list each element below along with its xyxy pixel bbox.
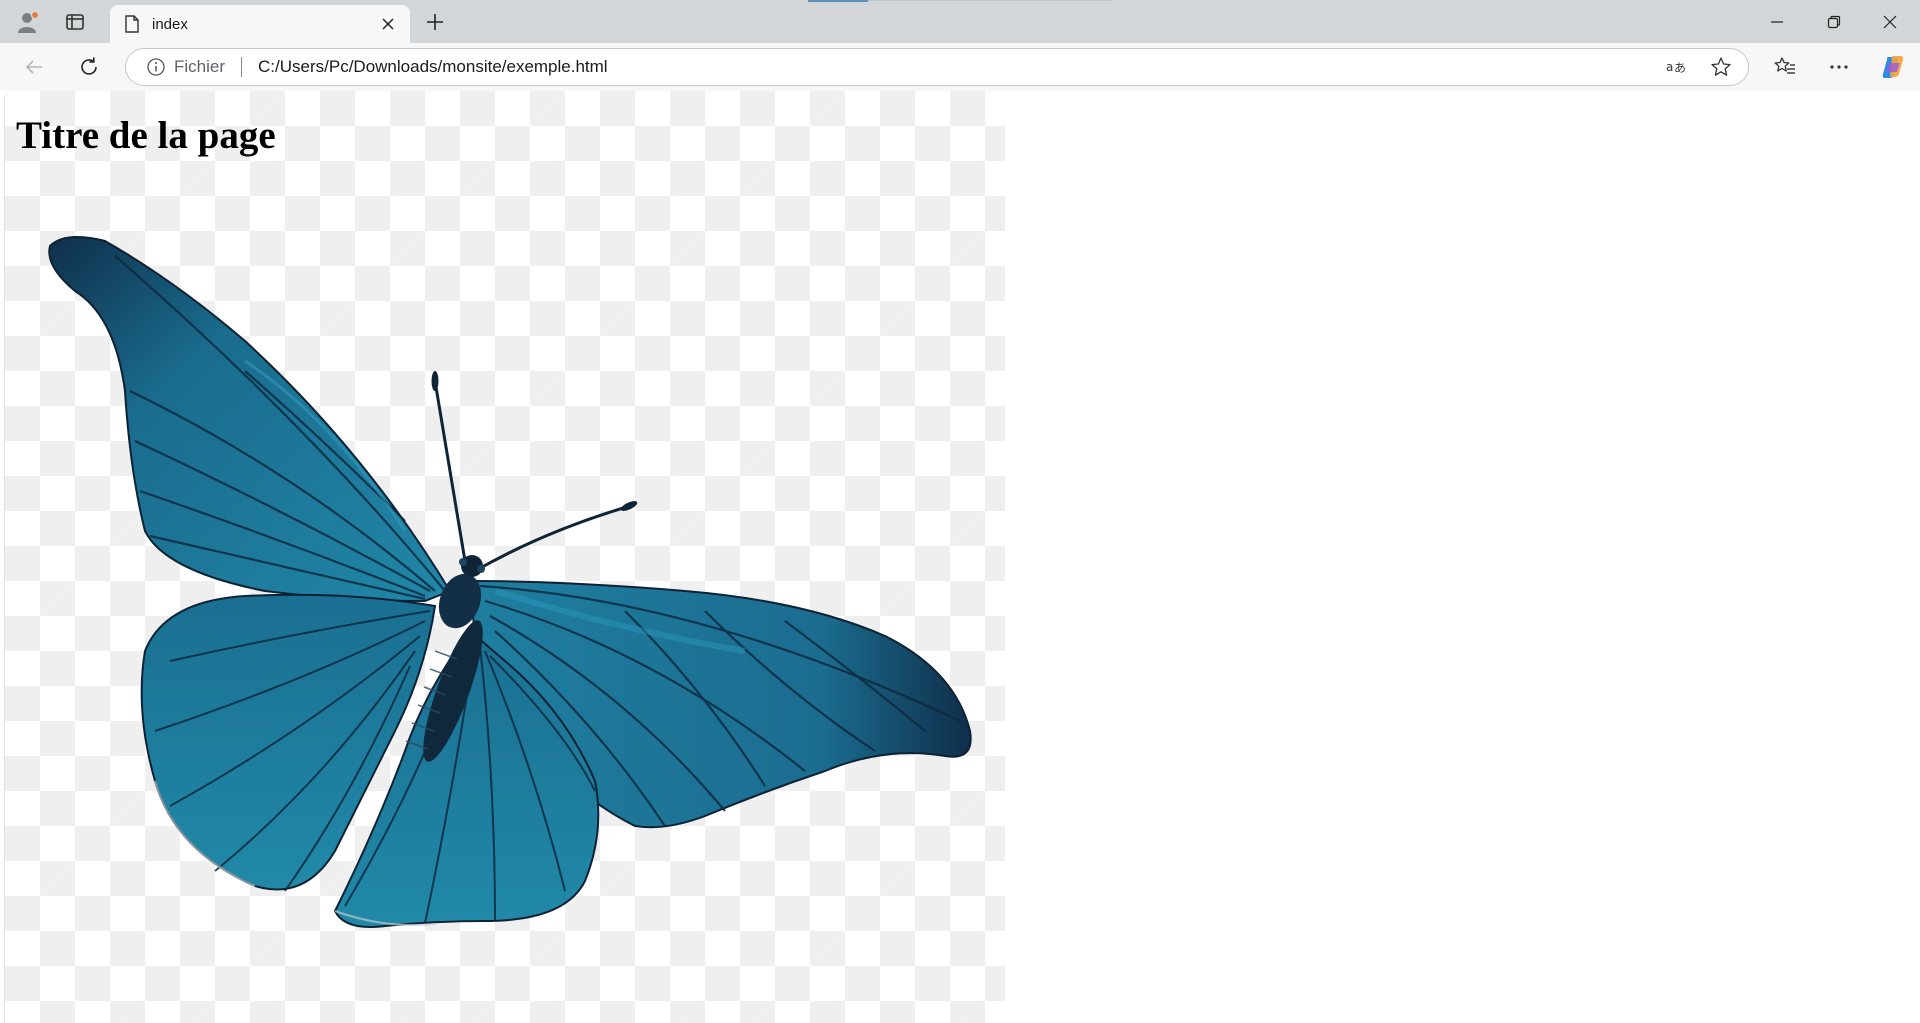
copilot-button[interactable]	[1875, 49, 1911, 85]
address-bar[interactable]: Fichier C:/Users/Pc/Downloads/monsite/ex…	[125, 48, 1749, 86]
close-icon	[1883, 15, 1897, 28]
page-viewport: Titre de la page	[4, 91, 1920, 1023]
svg-text:あ: あ	[1674, 61, 1686, 75]
favorites-list-icon	[1774, 57, 1795, 74]
refresh-icon	[81, 57, 97, 75]
read-aloud-button[interactable]: a あ	[1660, 50, 1694, 84]
tab-title: index	[152, 15, 188, 33]
close-window-button[interactable]	[1862, 0, 1918, 43]
address-separator	[241, 57, 243, 77]
browser-titlebar: index	[0, 0, 1920, 43]
close-icon	[382, 18, 394, 30]
tab-actions-button[interactable]	[57, 6, 93, 38]
titlebar-divider	[868, 0, 1112, 1]
site-info-button[interactable]: Fichier	[146, 49, 225, 85]
translate-icon: a あ	[1666, 60, 1686, 75]
browser-toolbar: Fichier C:/Users/Pc/Downloads/monsite/ex…	[0, 43, 1920, 91]
plus-icon	[427, 14, 443, 30]
url-text[interactable]: C:/Users/Pc/Downloads/monsite/exemple.ht…	[258, 57, 1660, 77]
favorites-button[interactable]	[1767, 49, 1803, 85]
new-tab-button[interactable]	[418, 6, 452, 38]
site-info-label: Fichier	[174, 57, 226, 76]
butterfly-image	[48, 236, 972, 928]
restore-button[interactable]	[1806, 0, 1862, 43]
favorite-button[interactable]	[1704, 50, 1738, 84]
page-icon	[125, 15, 139, 33]
restore-icon	[1827, 15, 1841, 28]
star-icon	[1711, 57, 1731, 76]
tab-close-button[interactable]	[376, 12, 400, 36]
minimize-button[interactable]	[1749, 0, 1805, 43]
info-icon	[147, 58, 165, 76]
minimize-icon	[1771, 20, 1783, 23]
profile-icon	[18, 10, 40, 33]
copilot-icon	[1882, 56, 1904, 78]
refresh-button[interactable]	[71, 49, 107, 85]
svg-text:a: a	[1666, 60, 1673, 74]
profile-button[interactable]	[10, 6, 46, 38]
titlebar-indicator	[808, 0, 868, 2]
tab-index[interactable]: index	[110, 5, 410, 43]
tab-actions-icon	[66, 14, 84, 30]
transparent-background: Titre de la page	[5, 91, 1005, 1023]
settings-more-button[interactable]	[1821, 49, 1857, 85]
back-button[interactable]	[16, 49, 52, 85]
more-icon	[1830, 65, 1848, 69]
back-arrow-icon	[25, 60, 42, 74]
